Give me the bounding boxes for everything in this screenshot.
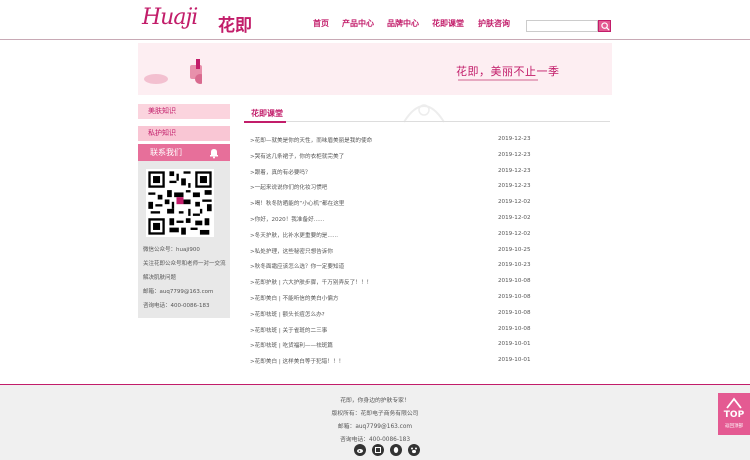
arrow-up-icon (726, 397, 742, 409)
nav-brand[interactable]: 品牌中心 (387, 18, 432, 29)
site-header: Huaji 花即 首页 产品中心 品牌中心 花即课堂 护肤咨询 (0, 0, 750, 40)
article-date: 2019-12-23 (498, 151, 531, 158)
logo[interactable]: Huaji 花即 (142, 5, 272, 37)
back-to-top-label: TOP (723, 410, 745, 420)
article-row[interactable]: >花即祛斑 | 吃货福利——祛斑篇 2019-10-01 (250, 339, 610, 355)
article-date: 2019-12-02 (498, 230, 531, 237)
banner-slogan: 花即，美丽不止一季 (456, 65, 560, 78)
article-date: 2019-12-23 (498, 183, 531, 190)
contact-phone: 咨询电话：400-0086-183 (143, 303, 210, 309)
article-title[interactable]: >喝！秋冬防晒能的“小心机”都在这里 (250, 199, 344, 207)
contact-note: 关注花即公众号和老师一对一交流 (143, 261, 226, 267)
sidebar-item-label: 私护知识 (148, 129, 176, 137)
back-to-top-sub: 返回顶部 (725, 424, 743, 429)
article-title[interactable]: >花即护肤 | 六大护肤步骤，千万别弄反了！！！ (250, 278, 372, 286)
article-row[interactable]: >一起来说说你们的化妆习惯吧 2019-12-23 (250, 181, 610, 197)
social-icons (354, 444, 426, 456)
footer-email: 邮箱：auq7799@163.com (337, 424, 413, 430)
article-title[interactable]: >花即祛斑 | 吃货福利——祛斑篇 (250, 341, 333, 349)
nav-classroom[interactable]: 花即课堂 (432, 18, 478, 29)
article-row[interactable]: >喝！秋冬防晒能的“小心机”都在这里 2019-12-02 (250, 197, 610, 213)
article-title[interactable]: >一起来说说你们的化妆习惯吧 (250, 183, 327, 191)
search-input[interactable] (526, 20, 598, 32)
article-date: 2019-10-25 (498, 246, 531, 253)
article-date: 2019-10-01 (498, 357, 531, 364)
back-to-top-button[interactable]: TOP 返回顶部 (718, 393, 750, 435)
title-underline (244, 121, 286, 123)
page-title: 花即课堂 (251, 109, 283, 118)
article-title[interactable]: >花即美白 | 这样美白等于犯错！！！ (250, 357, 344, 365)
article-row[interactable]: >花即祛斑 | 额头长痘怎么办? 2019-10-08 (250, 308, 610, 324)
article-title[interactable]: >哭有这几条裙子，你的衣柜就完美了 (250, 152, 344, 160)
article-date: 2019-10-08 (498, 325, 531, 332)
article-title[interactable]: >冬天护肤，比补水更重要的是...... (250, 231, 338, 239)
article-row[interactable]: >花即护肤 | 六大护肤步骤，千万别弄反了！！！ 2019-10-08 (250, 276, 610, 292)
article-title[interactable]: >花即祛斑 | 额头长痘怎么办? (250, 310, 325, 318)
article-row[interactable]: >私处护理，这些秘密只想告诉你 2019-10-25 (250, 245, 610, 261)
article-row[interactable]: >你好，2020！我准备好...... 2019-12-02 (250, 213, 610, 229)
sidebar: 美肤知识 私护知识 (138, 104, 230, 148)
article-date: 2019-10-08 (498, 293, 531, 300)
contact-box: 微信公众号：huaji900 关注花即公众号和老师一对一交流 解决肌肤问题 邮箱… (138, 161, 230, 318)
article-date: 2019-10-23 (498, 262, 531, 269)
weibo-icon[interactable] (354, 444, 366, 456)
banner-divider (458, 79, 538, 81)
article-date: 2019-12-02 (498, 214, 531, 221)
search-icon (601, 22, 610, 31)
article-title[interactable]: >花即—就美是你的天性，而味眉美丽是我的使命 (250, 136, 372, 144)
article-row[interactable]: >花即—就美是你的天性，而味眉美丽是我的使命 2019-12-23 (250, 134, 610, 150)
article-row[interactable]: >花即美白 | 不能听信的美白小偏方 2019-10-08 (250, 292, 610, 308)
article-row[interactable]: >冬天护肤，比补水更重要的是...... 2019-12-02 (250, 229, 610, 245)
cosmetics-illustration (144, 59, 202, 84)
article-date: 2019-12-02 (498, 199, 531, 206)
baidu-icon[interactable] (408, 444, 420, 456)
footer-phone: 咨询电话：400-0086-183 (339, 437, 411, 443)
contact-wechat: 微信公众号：huaji900 (143, 247, 200, 253)
article-title[interactable]: >秋冬面霜应该怎么选？你一定要知道 (250, 262, 344, 270)
contact-email: 邮箱：auq7799@163.com (143, 289, 214, 295)
nav-home[interactable]: 首页 (305, 18, 342, 29)
logo-chinese: 花即 (218, 16, 252, 36)
qq-icon[interactable] (390, 444, 402, 456)
article-row[interactable]: >花即祛斑 | 关于雀斑的二三事 2019-10-08 (250, 324, 610, 340)
sidebar-item-intimate-care[interactable]: 私护知识 (138, 126, 230, 141)
main-nav: 首页 产品中心 品牌中心 花即课堂 护肤咨询 (305, 18, 523, 29)
sidebar-item-label: 美肤知识 (148, 107, 176, 115)
footer-slogan: 花即，你身边的护肤专家！ (340, 398, 410, 404)
article-row[interactable]: >跟着，真的有必要吗？ 2019-12-23 (250, 166, 610, 182)
article-title[interactable]: >你好，2020！我准备好...... (250, 215, 324, 223)
article-title[interactable]: >花即祛斑 | 关于雀斑的二三事 (250, 326, 327, 334)
article-title[interactable]: >跟着，真的有必要吗？ (250, 168, 311, 176)
article-row[interactable]: >花即美白 | 这样美白等于犯错！！！ 2019-10-01 (250, 355, 610, 371)
article-title[interactable]: >花即美白 | 不能听信的美白小偏方 (250, 294, 338, 302)
article-row[interactable]: >哭有这几条裙子，你的衣柜就完美了 2019-12-23 (250, 150, 610, 166)
article-date: 2019-10-08 (498, 309, 531, 316)
footer-copyright: 版权所有：花即电子商务有限公司 (331, 411, 419, 417)
article-row[interactable]: >秋冬面霜应该怎么选？你一定要知道 2019-10-23 (250, 260, 610, 276)
article-date: 2019-10-08 (498, 278, 531, 285)
article-date: 2019-12-23 (498, 167, 531, 174)
bell-icon (210, 149, 218, 159)
logo-script: Huaji (142, 5, 198, 30)
hero-banner: 花即，美丽不止一季 (138, 43, 612, 95)
wechat-qr-code (146, 169, 214, 237)
article-title[interactable]: >私处护理，这些秘密只想告诉你 (250, 247, 333, 255)
main-header: 花即课堂 (244, 106, 610, 123)
contact-note-2: 解决肌肤问题 (143, 275, 177, 281)
wechat-icon[interactable] (372, 444, 384, 456)
article-date: 2019-10-01 (498, 341, 531, 348)
nav-consult[interactable]: 护肤咨询 (478, 18, 523, 29)
search-button[interactable] (598, 20, 611, 32)
article-list: >花即—就美是你的天性，而味眉美丽是我的使命 2019-12-23 >哭有这几条裙子… (250, 134, 610, 371)
nav-products[interactable]: 产品中心 (342, 18, 387, 29)
article-date: 2019-12-23 (498, 136, 531, 142)
sidebar-item-skincare[interactable]: 美肤知识 (138, 104, 230, 119)
